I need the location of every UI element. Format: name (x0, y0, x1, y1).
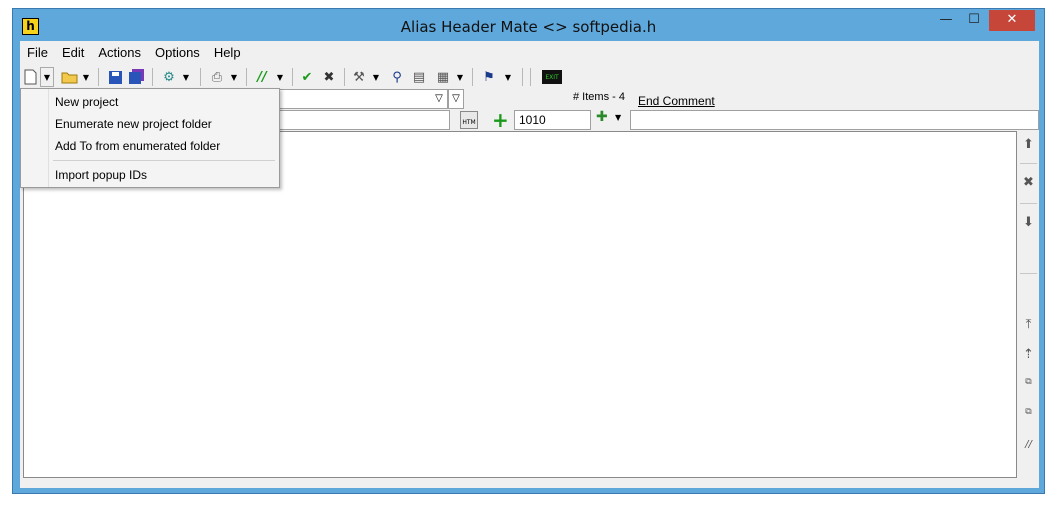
open-folder-icon[interactable] (60, 67, 78, 87)
move-top-alt-icon[interactable]: ⇡ (1018, 347, 1039, 362)
template-dropdown-button[interactable]: ▼ (454, 67, 466, 87)
toolbar-separator (200, 68, 201, 86)
new-file-icon[interactable] (22, 67, 38, 87)
side-separator (1020, 273, 1037, 274)
template-icon[interactable]: ▦ (434, 67, 452, 87)
window-title: Alias Header Mate <> softpedia.h (400, 18, 657, 36)
delete-icon[interactable]: ✖ (1018, 175, 1039, 190)
add-item-dropdown-button[interactable]: ▼ (615, 113, 621, 122)
toolbar-separator (344, 68, 345, 86)
side-toolbar: ⬆ ✖ ⬇ ⤒ ⇡ ⧉ ⧉ // (1018, 131, 1039, 478)
application-window: h Alias Header Mate <> softpedia.h — ☐ ✕… (12, 8, 1045, 494)
secondary-combo-button[interactable]: ▽ (448, 89, 464, 109)
print-dropdown-button[interactable]: ▼ (228, 67, 240, 87)
minimize-button[interactable]: — (933, 10, 959, 31)
explorer-icon[interactable]: ⚑ (480, 67, 498, 87)
copy-alt-icon[interactable]: ⧉ (1018, 407, 1039, 417)
move-up-icon[interactable]: ⬆ (1018, 137, 1039, 152)
save-icon[interactable] (106, 67, 124, 87)
check-icon[interactable]: ✔ (298, 67, 316, 87)
save-all-icon[interactable] (128, 67, 146, 87)
menu-options[interactable]: Options (148, 43, 207, 63)
toolbar-separator (246, 68, 247, 86)
close-button[interactable]: ✕ (989, 10, 1035, 31)
sheet-icon[interactable]: ▤ (410, 67, 428, 87)
comment-dropdown-button[interactable]: ▼ (274, 67, 286, 87)
popup-item-add-to-enumerated[interactable]: Add To from enumerated folder (55, 139, 220, 153)
toolbar-separator (530, 68, 531, 86)
add-item-icon[interactable]: ✚ (596, 109, 608, 125)
exit-icon[interactable]: EXIT (542, 70, 562, 84)
side-separator (1020, 163, 1037, 164)
new-project-popup-menu: New project Enumerate new project folder… (20, 88, 280, 188)
menu-bar: File Edit Actions Options Help (20, 43, 248, 63)
menu-file[interactable]: File (20, 43, 55, 63)
popup-item-enumerate-folder[interactable]: Enumerate new project folder (55, 117, 212, 131)
menu-edit[interactable]: Edit (55, 43, 91, 63)
toolbar-separator (152, 68, 153, 86)
popup-gutter (21, 89, 49, 187)
maximize-button[interactable]: ☐ (961, 10, 987, 31)
copy-icon[interactable]: ⧉ (1018, 377, 1039, 387)
new-dropdown-button[interactable]: ▼ (40, 67, 54, 87)
toolbar-separator (98, 68, 99, 86)
popup-item-new-project[interactable]: New project (55, 95, 118, 109)
toolbar-separator (472, 68, 473, 86)
comment-icon[interactable]: // (254, 67, 270, 87)
print-icon[interactable]: ⎙ (208, 67, 226, 87)
menu-help[interactable]: Help (207, 43, 248, 63)
cancel-icon[interactable]: ✖ (320, 67, 338, 87)
end-comment-label[interactable]: End Comment (638, 94, 715, 108)
chevron-down-icon[interactable]: ▽ (431, 90, 447, 108)
popup-item-import-ids[interactable]: Import popup IDs (55, 168, 147, 182)
tools-icon[interactable]: ⚒ (350, 67, 368, 87)
tools-dropdown-button[interactable]: ▼ (370, 67, 382, 87)
explorer-dropdown-button[interactable]: ▼ (502, 67, 514, 87)
find-icon[interactable]: ⚲ (388, 67, 406, 87)
generate-icon[interactable]: ⚙ (160, 67, 178, 87)
move-top-icon[interactable]: ⤒ (1018, 317, 1039, 332)
comment-side-icon[interactable]: // (1018, 439, 1039, 450)
toolbar-separator (292, 68, 293, 86)
items-count-label: # Items - 4 (573, 91, 625, 103)
generate-dropdown-button[interactable]: ▼ (180, 67, 192, 87)
toolbar-separator (522, 68, 523, 86)
open-dropdown-button[interactable]: ▼ (80, 67, 92, 87)
move-down-icon[interactable]: ⬇ (1018, 215, 1039, 230)
end-comment-field[interactable] (630, 110, 1039, 130)
htm-icon[interactable]: HTM (460, 111, 478, 129)
menu-actions[interactable]: Actions (91, 43, 148, 63)
add-icon[interactable]: + (492, 108, 509, 132)
side-separator (1020, 203, 1037, 204)
value-input[interactable]: 1010 (514, 110, 591, 130)
popup-separator (53, 160, 275, 161)
title-bar[interactable]: h Alias Header Mate <> softpedia.h — ☐ ✕ (13, 9, 1044, 41)
